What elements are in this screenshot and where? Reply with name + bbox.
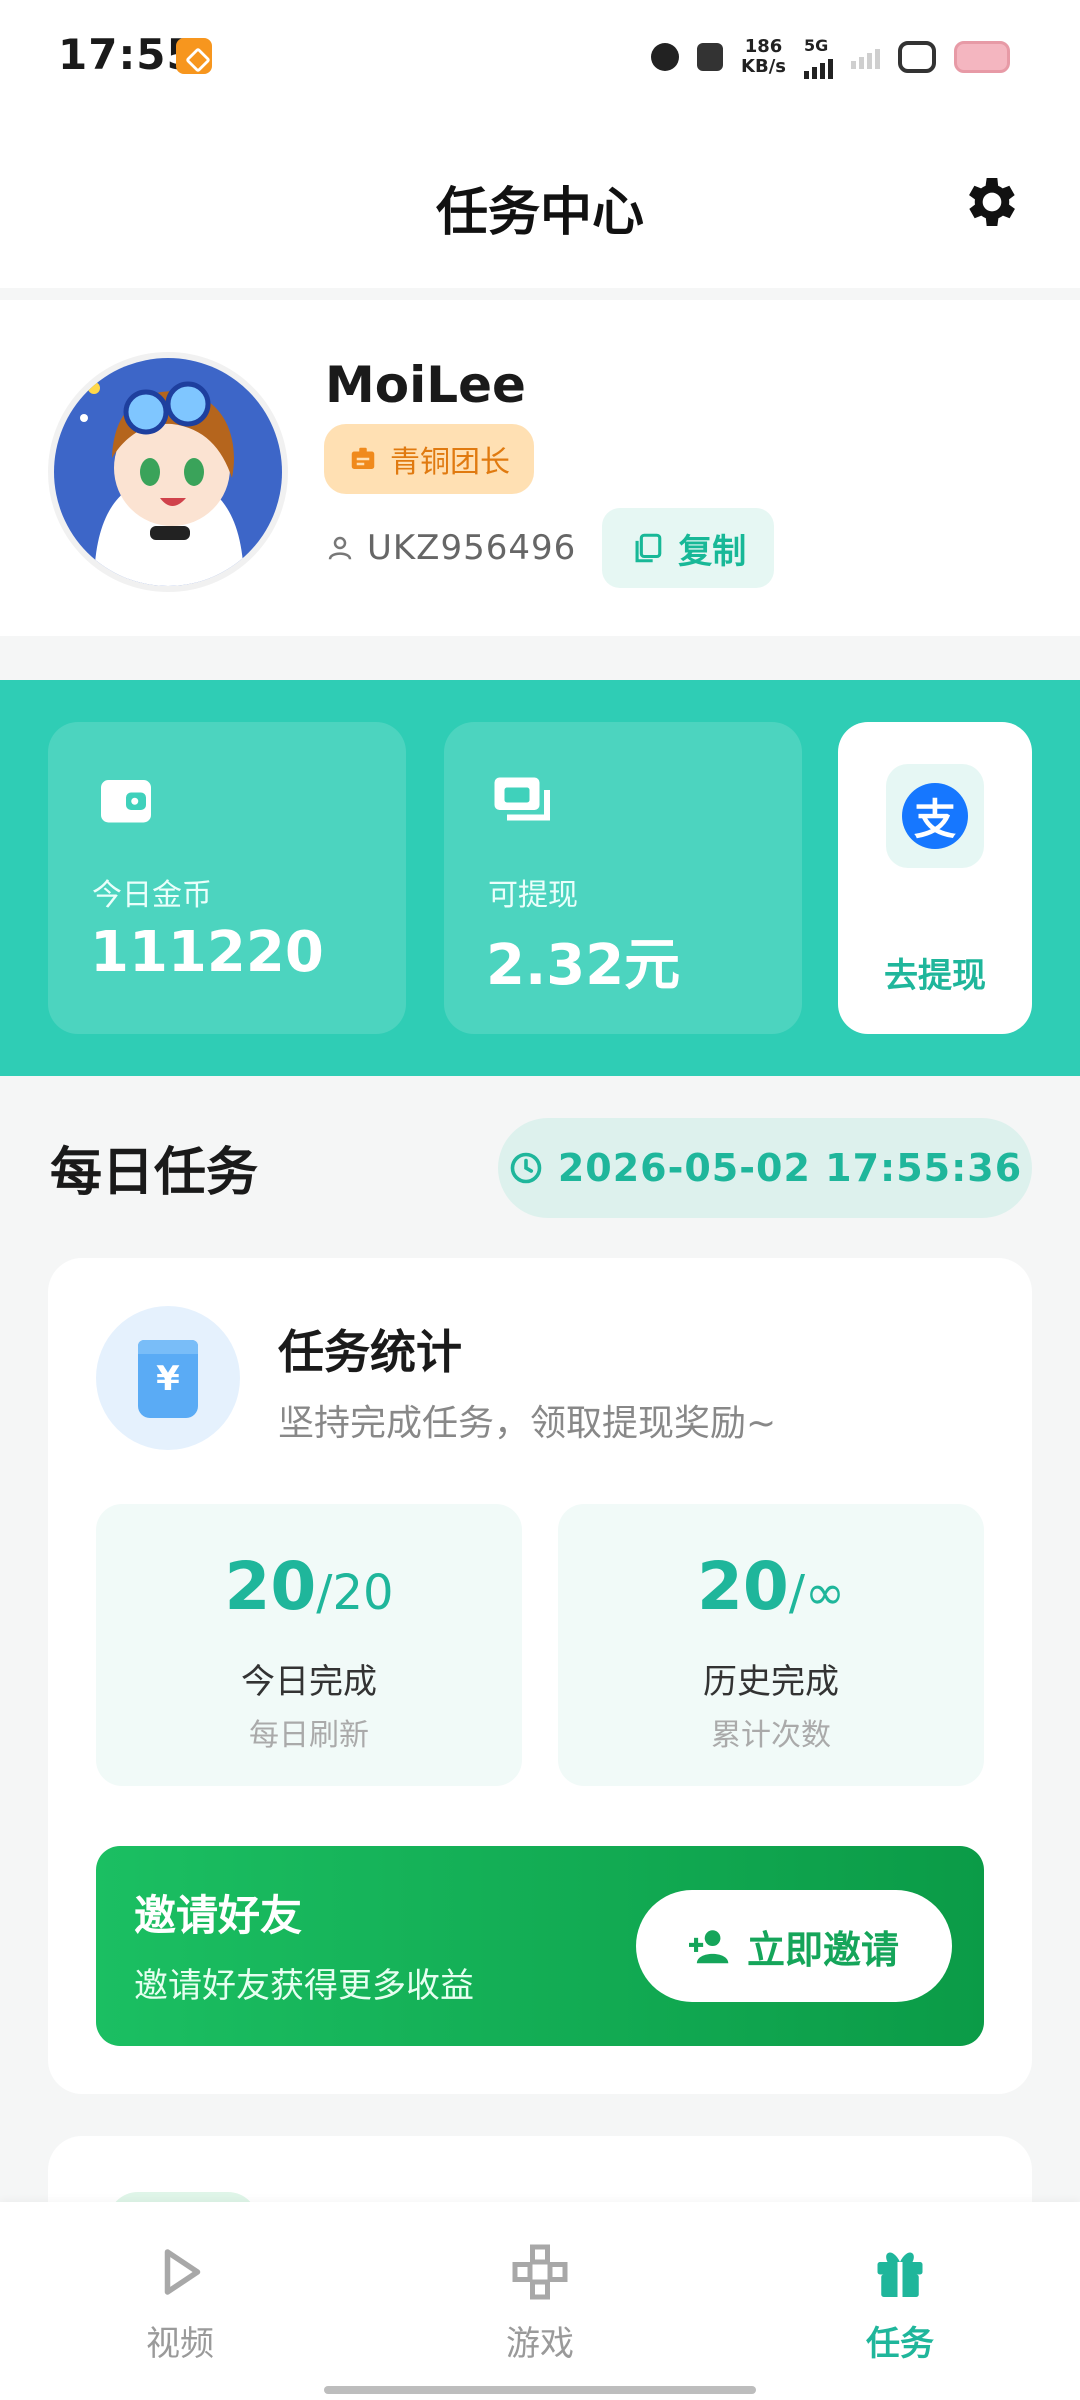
- add-user-icon: [688, 1930, 729, 1964]
- invite-title: 邀请好友: [134, 1891, 303, 1940]
- coins-card[interactable]: 今日金币 111220: [48, 722, 406, 1034]
- alipay-icon: 支: [902, 783, 968, 849]
- avatar[interactable]: [48, 352, 288, 592]
- user-id: UKZ956496: [367, 528, 577, 568]
- status-bar: 17:55 186 KB/s 5G: [0, 0, 1080, 118]
- nav-label-tasks: 任务: [866, 2324, 934, 2364]
- today-completed-box: 20/20 今日完成 每日刷新: [96, 1504, 522, 1786]
- signal-bars-secondary-icon: [851, 45, 880, 69]
- copy-id-button[interactable]: 复制: [602, 508, 775, 588]
- bottom-navigation: 视频 游戏 任务: [0, 2202, 1080, 2400]
- network-speed: 186 KB/s: [741, 37, 786, 77]
- game-controller-icon: [512, 2244, 568, 2300]
- history-completed-count: 20/∞: [558, 1548, 984, 1625]
- nav-tab-video[interactable]: 视频: [80, 2242, 280, 2365]
- signal-bars-icon: [804, 55, 833, 79]
- clock-icon: [510, 1152, 542, 1184]
- page-title: 任务中心: [435, 183, 644, 243]
- nav-tab-games[interactable]: 游戏: [440, 2242, 640, 2365]
- current-datetime: 2026-05-02 17:55:36: [557, 1146, 1023, 1190]
- cellular-signal: 5G: [804, 36, 833, 79]
- settings-gear-icon[interactable]: [960, 170, 1024, 234]
- today-total-value: /20: [316, 1565, 394, 1621]
- notification-app-icon: [176, 38, 212, 74]
- today-completed-hint: 每日刷新: [249, 1718, 369, 1753]
- stats-band: 今日金币 111220 可提现 2.32元 支 去提现: [0, 680, 1080, 1076]
- history-done-value: 20: [696, 1548, 789, 1625]
- withdrawable-label: 可提现: [488, 878, 578, 913]
- section-title-daily-tasks: 每日任务: [50, 1143, 259, 1203]
- mute-icon: [697, 43, 724, 71]
- history-completed-hint: 累计次数: [711, 1718, 831, 1753]
- today-done-value: 20: [224, 1548, 317, 1625]
- level-badge: 青铜团长: [324, 424, 534, 494]
- withdraw-button[interactable]: 支 去提现: [838, 722, 1032, 1034]
- task-stats-title: 任务统计: [278, 1325, 462, 1379]
- play-icon: [164, 2249, 201, 2295]
- today-completed-label: 今日完成: [241, 1662, 377, 1702]
- task-stats-card: ¥ 任务统计 坚持完成任务，领取提现奖励~ 20/20 今日完成 每日刷新 20…: [48, 1258, 1032, 2094]
- nav-label-games: 游戏: [506, 2324, 574, 2364]
- coins-label: 今日金币: [92, 878, 212, 913]
- coins-value: 111220: [90, 920, 324, 985]
- invite-now-label: 立即邀请: [746, 1927, 899, 1972]
- withdrawable-card[interactable]: 可提现 2.32元: [444, 722, 802, 1034]
- alipay-icon-box: 支: [886, 764, 984, 868]
- user-icon: [328, 536, 352, 560]
- network-speed-unit: KB/s: [741, 56, 786, 77]
- money-icon: [494, 777, 550, 821]
- invite-subtitle: 邀请好友获得更多收益: [134, 1966, 474, 2006]
- history-completed-box: 20/∞ 历史完成 累计次数: [558, 1504, 984, 1786]
- task-stats-subtitle: 坚持完成任务，领取提现奖励~: [278, 1403, 777, 1444]
- id-badge-icon: [351, 447, 375, 469]
- title-bar: 任务中心: [0, 118, 1080, 288]
- datetime-pill: 2026-05-02 17:55:36: [498, 1118, 1032, 1218]
- avatar-illustration: [54, 358, 282, 586]
- copy-label: 复制: [678, 531, 747, 572]
- withdrawable-value: 2.32元: [486, 933, 681, 998]
- wifi-cat-icon: [898, 41, 936, 73]
- network-speed-value: 186: [744, 36, 783, 57]
- wallet-icon: [101, 780, 151, 823]
- copy-icon: [635, 533, 662, 563]
- home-indicator[interactable]: [324, 2386, 756, 2394]
- history-total-value: /∞: [788, 1565, 845, 1621]
- username: MoiLee: [325, 356, 526, 414]
- history-completed-label: 历史完成: [703, 1662, 839, 1702]
- gift-icon: [877, 2252, 923, 2297]
- invite-banner: 邀请好友 邀请好友获得更多收益 立即邀请: [96, 1846, 984, 2046]
- battery-icon: [954, 41, 1010, 73]
- red-envelope-icon-circle: ¥: [96, 1306, 240, 1450]
- nav-tab-tasks[interactable]: 任务: [800, 2242, 1000, 2365]
- network-type: 5G: [804, 35, 829, 55]
- today-completed-count: 20/20: [96, 1548, 522, 1625]
- invite-now-button[interactable]: 立即邀请: [636, 1890, 952, 2002]
- nav-label-video: 视频: [146, 2324, 214, 2364]
- location-icon: [651, 43, 680, 71]
- level-label: 青铜团长: [390, 445, 510, 480]
- uid-row: UKZ956496 复制: [325, 508, 775, 588]
- red-envelope-icon: ¥: [138, 1340, 198, 1418]
- profile-card: MoiLee 青铜团长 UKZ956496 复制: [0, 300, 1080, 636]
- status-icons: 186 KB/s 5G: [651, 34, 1010, 80]
- withdraw-label: 去提现: [884, 956, 986, 996]
